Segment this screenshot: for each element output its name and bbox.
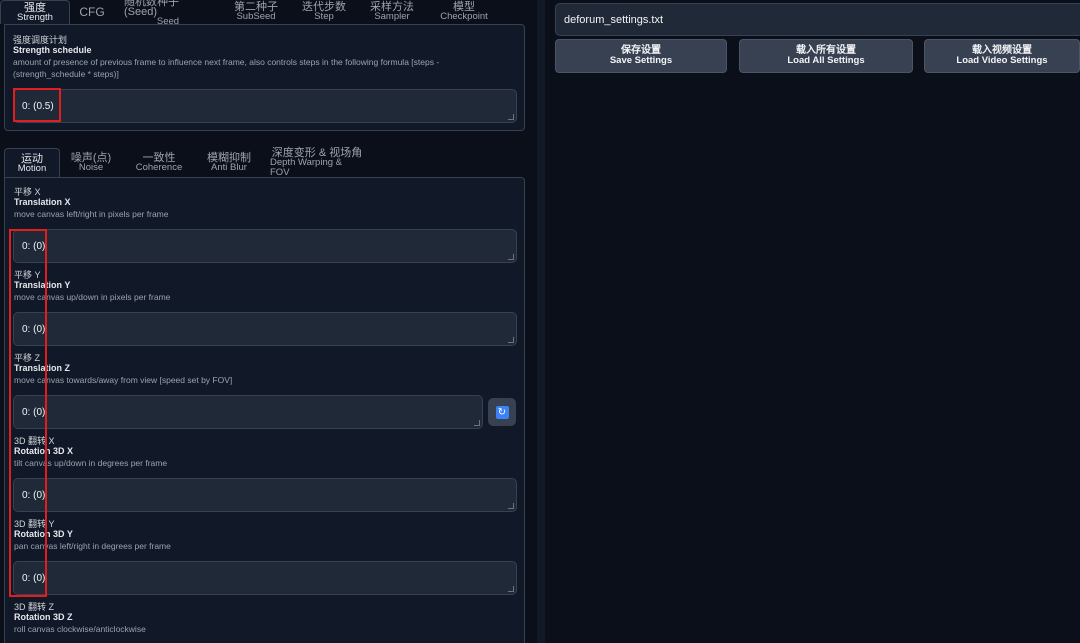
settings-filename-value: deforum_settings.txt <box>564 13 664 26</box>
refresh-icon: ↻ <box>495 405 509 419</box>
tab-label-zh: 运动 <box>21 152 43 165</box>
field-label-en: Translation X <box>14 197 71 207</box>
translation-z-input[interactable]: 0: (0) <box>13 395 483 429</box>
tab-coherence[interactable]: 一致性 Coherence <box>122 148 196 178</box>
tab-strength[interactable]: 强度 Strength <box>0 0 70 24</box>
rotation-3d-z-label-block: 3D 翻转 Z Rotation 3D Z roll canvas clockw… <box>14 602 514 635</box>
rotation-3d-x-label-block: 3D 翻转 X Rotation 3D X tilt canvas up/dow… <box>14 436 514 469</box>
tab-label-zh: 随机数种子 (Seed) <box>124 0 179 18</box>
rotation-3d-x-value: 0: (0) <box>22 489 46 501</box>
tab-motion[interactable]: 运动 Motion <box>4 148 60 178</box>
save-settings-button[interactable]: 保存设置 Save Settings <box>555 39 727 73</box>
translation-y-label-block: 平移 Y Translation Y move canvas up/down i… <box>14 270 514 303</box>
tab-depth-warping-fov[interactable]: 深度变形 & 视场角 Depth Warping & FOV <box>262 148 372 178</box>
translation-x-value: 0: (0) <box>22 240 46 252</box>
column-divider <box>537 0 545 643</box>
tab-seed[interactable]: 随机数种子 (Seed) Seed <box>114 0 222 27</box>
motion-panel: 平移 X Translation X move canvas left/righ… <box>4 177 525 643</box>
resize-grip-icon[interactable] <box>508 337 514 343</box>
tab-label-zh: 强度 <box>24 1 46 14</box>
field-label-en: Rotation 3D Y <box>14 529 73 539</box>
field-description: roll canvas clockwise/anticlockwise <box>14 624 146 634</box>
translation-y-input[interactable]: 0: (0) <box>13 312 517 346</box>
tab-label-en: Noise <box>78 162 104 173</box>
strength-label-en: Strength schedule <box>13 45 92 55</box>
button-label-en: Load All Settings <box>787 55 865 66</box>
load-all-settings-button[interactable]: 载入所有设置 Load All Settings <box>739 39 913 73</box>
translation-y-value: 0: (0) <box>22 323 46 335</box>
field-description: pan canvas left/right in degrees per fra… <box>14 541 171 551</box>
tab-anti-blur[interactable]: 模糊抑制 Anti Blur <box>196 148 262 178</box>
field-label-en: Translation Y <box>14 280 71 290</box>
translation-x-label-block: 平移 X Translation X move canvas left/righ… <box>14 187 514 220</box>
rotation-3d-y-input[interactable]: 0: (0) <box>13 561 517 595</box>
strength-label-block: 强度调度计划 Strength schedule amount of prese… <box>13 35 513 80</box>
button-label-en: Load Video Settings <box>956 55 1048 66</box>
tab-sampler[interactable]: 采样方法 Sampler <box>358 0 426 24</box>
button-label-en: Save Settings <box>609 55 673 66</box>
field-description: tilt canvas up/down in degrees per frame <box>14 458 168 468</box>
field-label-zh: 3D 翻转 Y <box>14 519 55 529</box>
tab-checkpoint[interactable]: 模型 Checkpoint <box>426 0 502 24</box>
tab-label-en: Coherence <box>135 162 183 173</box>
tab-label-en: Checkpoint <box>440 11 488 22</box>
top-tab-bar: 强度 Strength CFG 随机数种子 (Seed) Seed 第二种子 S… <box>0 0 526 27</box>
tab-label-en: Strength <box>17 11 53 23</box>
field-label-zh: 平移 X <box>14 187 41 197</box>
resize-grip-icon[interactable] <box>508 254 514 260</box>
resize-grip-icon[interactable] <box>508 503 514 509</box>
translation-z-label-block: 平移 Z Translation Z move canvas towards/a… <box>14 353 514 386</box>
tab-cfg[interactable]: CFG <box>70 0 114 24</box>
tab-label-en: Anti Blur <box>211 162 247 173</box>
resize-grip-icon[interactable] <box>508 114 514 120</box>
field-description: move canvas left/right in pixels per fra… <box>14 209 169 219</box>
field-label-en: Rotation 3D X <box>14 446 74 456</box>
field-label-zh: 平移 Z <box>14 353 40 363</box>
tab-label-en: SubSeed <box>236 11 276 22</box>
tab-subseed[interactable]: 第二种子 SubSeed <box>222 0 290 24</box>
field-description: move canvas up/down in pixels per frame <box>14 292 171 302</box>
field-label-en: Rotation 3D Z <box>14 612 73 622</box>
field-description: move canvas towards/away from view [spee… <box>14 375 233 385</box>
field-label-zh: 3D 翻转 X <box>14 436 55 446</box>
field-label-zh: 平移 Y <box>14 270 41 280</box>
rotation-3d-y-label-block: 3D 翻转 Y Rotation 3D Y pan canvas left/ri… <box>14 519 514 552</box>
strength-description-cont: (strength_schedule * steps)] <box>13 69 119 79</box>
tab-noise[interactable]: 噪声(点) Noise <box>60 148 122 178</box>
resize-grip-icon[interactable] <box>474 420 480 426</box>
tab-step[interactable]: 迭代步数 Step <box>290 0 358 24</box>
tab-label-en: Motion <box>17 162 47 174</box>
load-video-settings-button[interactable]: 载入视频设置 Load Video Settings <box>924 39 1080 73</box>
tab-label-en: Step <box>314 11 334 22</box>
strength-label-zh: 强度调度计划 <box>13 35 68 45</box>
motion-tab-bar: 运动 Motion 噪声(点) Noise 一致性 Coherence 模糊抑制… <box>4 148 525 178</box>
field-label-zh: 3D 翻转 Z <box>14 602 55 612</box>
rotation-3d-y-value: 0: (0) <box>22 572 46 584</box>
translation-x-input[interactable]: 0: (0) <box>13 229 517 263</box>
settings-filename-input[interactable]: deforum_settings.txt <box>555 3 1080 36</box>
resize-grip-icon[interactable] <box>508 586 514 592</box>
strength-schedule-value: 0: (0.5) <box>22 100 54 112</box>
left-column: 强度 Strength CFG 随机数种子 (Seed) Seed 第二种子 S… <box>0 0 526 643</box>
tab-label-en: Depth Warping & FOV <box>270 157 342 178</box>
translation-z-value: 0: (0) <box>22 406 46 418</box>
rotation-3d-x-input[interactable]: 0: (0) <box>13 478 517 512</box>
strength-panel: 强度调度计划 Strength schedule amount of prese… <box>4 24 525 131</box>
tab-label-en: Sampler <box>374 11 410 22</box>
strength-schedule-input[interactable]: 0: (0.5) <box>13 89 517 123</box>
refresh-button[interactable]: ↻ <box>488 398 516 426</box>
right-column: deforum_settings.txt 保存设置 Save Settings … <box>545 0 1080 643</box>
strength-description: amount of presence of previous frame to … <box>13 57 440 67</box>
tab-label-en: CFG <box>79 5 105 19</box>
field-label-en: Translation Z <box>14 363 71 373</box>
